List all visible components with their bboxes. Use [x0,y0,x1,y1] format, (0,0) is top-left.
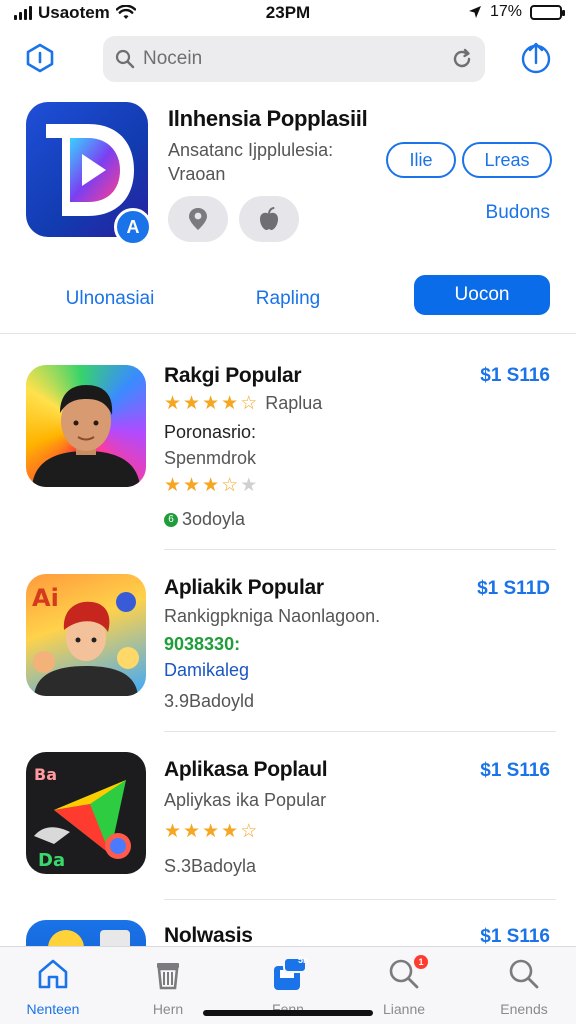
app-title: Rakgi Popular [164,364,302,387]
featured-app: A Ilnhensia Popplasiil Ansatanc Ijpplule… [0,92,576,334]
svg-text:Da: Da [38,850,65,871]
app-line-1: Rankigpkniga Naonlagoon. [164,606,381,626]
svg-text:Ai: Ai [32,584,59,612]
tab-3[interactable]: 5n Fenn [240,955,336,1017]
rating-label: Raplua [265,393,323,413]
notification-badge: 1 [414,955,428,969]
app-store-badge-icon: A [114,208,152,246]
search-placeholder: Nocein [143,48,203,69]
list-item[interactable]: Ai Apliakik Popular $1 S11D Rankigpkniga… [0,550,576,732]
featured-link[interactable]: Budons [486,202,550,224]
featured-subtitle: Ansatanc Ijpplulesia: Vraoan [168,138,378,186]
app-icon-3[interactable]: Ba Da [26,752,146,874]
segment-tab-3-primary[interactable]: Uocon [414,275,550,315]
refresh-icon[interactable] [451,48,473,70]
app-title: Nolwasis [164,924,253,946]
home-indicator[interactable] [203,1010,373,1016]
rating-stars: ★ ★ ★ ★ ☆ [164,821,258,842]
trash-icon [157,963,179,990]
top-navigation: Nocein [0,26,576,92]
tab-4[interactable]: 1 Lianne [356,955,452,1017]
app-line-2: 9038330: [164,634,241,654]
app-footer: 6 3odoyla [164,509,245,530]
segment-tab-2[interactable]: Rapling [218,280,358,318]
featured-subtitle-line-2: Vraoan [168,164,226,184]
share-icon[interactable] [518,40,554,76]
location-pin-button[interactable] [168,196,228,242]
app-title: Apliakik Popular [164,576,324,599]
featured-button-2[interactable]: Lreas [462,142,552,178]
location-pin-icon [189,208,207,230]
status-bar: Usaotem 23PM 17% [0,0,576,26]
rating-stars: ★ ★ ★ ★ ☆ Raplua [164,393,323,414]
home-hex-icon[interactable] [22,40,58,76]
apple-icon [260,207,278,230]
status-right: 17% [468,3,565,21]
tab-label: Enends [500,1001,548,1017]
tab-badge: 5n [298,955,309,965]
segment-tab-1[interactable]: Ulnonasiai [30,280,190,318]
app-line-2: Spenmdrok [164,448,257,468]
badge-count: 1 [418,957,424,967]
featured-title: Ilnhensia Popplasiil [168,106,368,131]
app-line-3: Damikaleg [164,660,250,680]
rating-stars-secondary: ★ ★ ★ ☆ ★ [164,475,258,496]
status-dot-icon: 6 [164,513,178,528]
search-icon [115,49,135,69]
price-label[interactable]: $1 S11D [477,578,550,600]
battery-icon [530,4,565,20]
app-icon-4[interactable] [26,920,146,946]
app-icon-2[interactable]: Ai [26,574,146,696]
featured-button-1[interactable]: Ilie [386,142,456,178]
search-input[interactable]: Nocein [103,36,485,82]
home-icon [38,959,68,989]
app-icon-1[interactable] [26,365,146,487]
app-footer: 3.9Badoyld [164,691,255,711]
tab-home[interactable]: Nenteen [5,955,101,1017]
app-title: Aplikasa Poplaul [164,758,328,781]
location-arrow-icon [468,6,481,18]
apple-button[interactable] [239,196,299,242]
search-icon [509,959,539,989]
tab-5[interactable]: Enends [476,955,572,1017]
price-label[interactable]: $1 S116 [480,926,550,946]
price-label[interactable]: $1 S116 [480,365,550,387]
list-item[interactable]: Nolwasis $1 S116 [0,900,576,946]
tab-label: Nenteen [26,1001,80,1017]
app-footer-text: 3odoyla [182,509,246,529]
price-label[interactable]: $1 S116 [480,760,550,782]
app-line-1: Apliykas ika Popular [164,790,327,810]
svg-text:Ba: Ba [34,765,57,784]
list-item[interactable]: Rakgi Popular $1 S116 ★ ★ ★ ★ ☆ Raplua Poron… [0,334,576,550]
app-line-1: Poronasrio: [164,422,257,442]
list-item[interactable]: Ba Da Aplikasa Poplaul $1 S116 Apliykas … [0,732,576,900]
app-footer: S.3Badoyla [164,856,257,876]
tab-2[interactable]: Hern [120,955,216,1017]
battery-percent: 17% [489,3,522,20]
featured-subtitle-line-1: Ansatanc Ijpplulesia: [168,140,334,160]
tab-label: Hern [152,1001,184,1017]
